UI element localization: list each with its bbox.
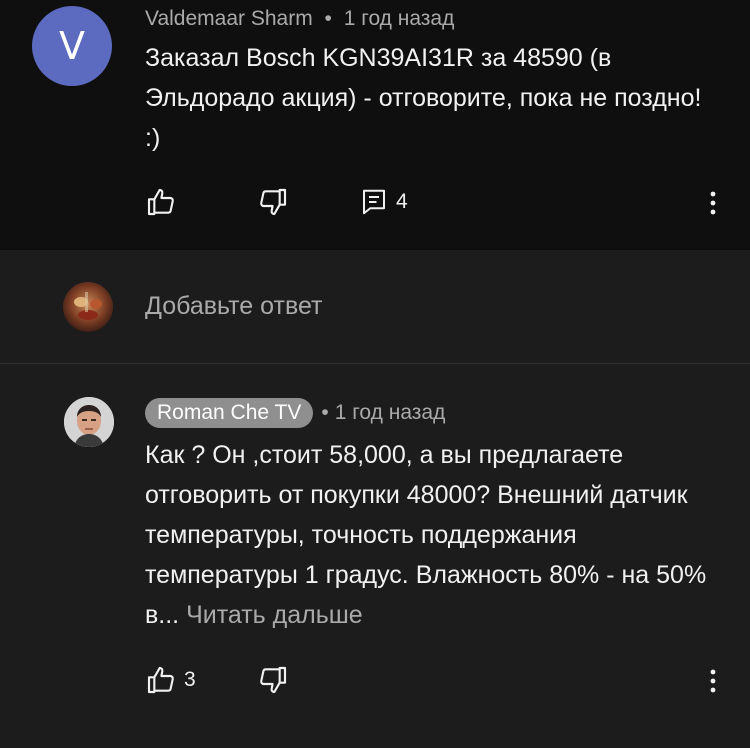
- comment-text: Заказал Bosch KGN39AI31R за 48590 (в Эль…: [145, 44, 702, 152]
- comment-time: 1 год назад: [343, 7, 455, 30]
- dislike-icon[interactable]: [257, 664, 289, 701]
- more-vert-icon[interactable]: [709, 190, 717, 221]
- top-comment: V Valdemaar Sharm • 1 год назад Заказал …: [0, 0, 750, 250]
- comment-meta: Valdemaar Sharm • 1 год назад: [145, 6, 454, 32]
- reply-input[interactable]: Добавьте ответ: [145, 288, 322, 324]
- read-more-link[interactable]: Читать дальше: [186, 601, 363, 629]
- more-vert-icon[interactable]: [709, 668, 717, 699]
- like-icon[interactable]: [145, 186, 177, 223]
- like-count: 3: [184, 668, 196, 691]
- comment-actions: 4: [145, 186, 735, 218]
- author-channel-chip[interactable]: Roman Che TV: [145, 398, 314, 428]
- author-name[interactable]: Valdemaar Sharm: [145, 7, 313, 30]
- author-avatar[interactable]: V: [32, 6, 112, 86]
- meta-separator: •: [321, 401, 329, 424]
- reply-count[interactable]: 4: [396, 186, 408, 218]
- author-avatar[interactable]: [64, 397, 114, 447]
- comment-text: Как ? Он ,стоит 58,000, а вы предлагаете…: [145, 435, 730, 635]
- comment-meta: Roman Che TV • 1 год назад: [145, 398, 445, 428]
- dislike-icon[interactable]: [257, 186, 289, 223]
- comment-actions: 3: [145, 664, 735, 696]
- reply-comment: Roman Che TV • 1 год назад Как ? Он ,стоит…: [0, 363, 750, 748]
- meta-separator: •: [324, 7, 332, 30]
- add-reply-box[interactable]: Добавьте ответ: [0, 250, 750, 363]
- comment-time: 1 год назад: [334, 401, 446, 424]
- like-icon[interactable]: [145, 664, 177, 701]
- reply-icon[interactable]: [359, 186, 389, 223]
- my-avatar: [63, 282, 113, 332]
